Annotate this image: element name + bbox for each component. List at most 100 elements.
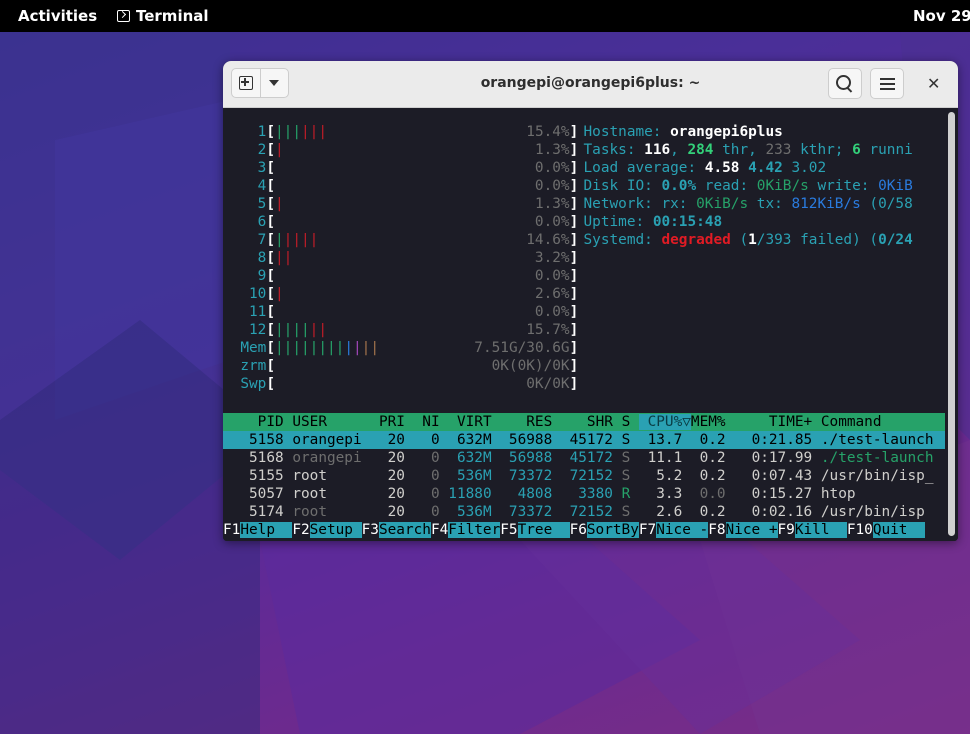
fkey-f2[interactable]: F2 (292, 522, 309, 538)
fkey-f6[interactable]: F6 (570, 522, 587, 538)
cpu-meter-row: 8[|| 3.2%] (232, 249, 579, 267)
fkey-f7[interactable]: F7 (639, 522, 656, 538)
column-res[interactable]: RES (492, 414, 552, 430)
meter-bracket: [ (266, 124, 275, 140)
terminal-content[interactable]: 1[|||||| 15.4%] 2[| 1.3%] 3[ 0.0%] 4[ 0.… (223, 108, 945, 541)
column-cpu-sorted[interactable]: CPU%▽ (638, 414, 691, 430)
meter-bracket: [ (266, 142, 275, 158)
meter-label: 10 (231, 286, 267, 302)
process-row[interactable]: 5168 orangepi 20 0 632M 56988 45172 S 11… (223, 449, 945, 467)
column-state[interactable]: S (613, 414, 639, 430)
process-table-header[interactable]: PID USER PRI NI VIRT RES SHR S CPU%▽MEM%… (223, 413, 945, 431)
meter-bracket: ] (569, 160, 579, 176)
sep (613, 504, 622, 520)
fkey-label-f6[interactable]: SortBy (586, 522, 639, 538)
menu-button[interactable] (870, 68, 904, 99)
fkey-label-f8[interactable]: Nice + (725, 522, 778, 538)
meter-label: 11 (231, 304, 267, 320)
fkey-label-f2[interactable]: Setup (309, 522, 362, 538)
mem-cell: 0.2 (682, 468, 726, 484)
shr-cell: 72152 (552, 468, 613, 484)
column-user[interactable]: USER (292, 414, 370, 430)
fkey-label-f3[interactable]: Search (378, 522, 431, 538)
virt-cell: 632M (439, 432, 492, 448)
fkey-f4[interactable]: F4 (431, 522, 448, 538)
cpu-cell: 5.2 (630, 468, 683, 484)
meter-bracket: ] (569, 232, 579, 248)
search-button[interactable] (828, 68, 862, 99)
app-menu-button[interactable]: Terminal (117, 7, 209, 25)
user-cell: root (292, 468, 371, 484)
fkey-f5[interactable]: F5 (500, 522, 517, 538)
meter-space (327, 322, 526, 338)
meter-space (275, 178, 535, 194)
fkey-label-f5[interactable]: Tree (517, 522, 570, 538)
systemd-jobs: 0/24 (878, 232, 913, 248)
disk-read-label: read: (696, 178, 757, 194)
fkey-label-f9[interactable]: Kill (794, 522, 847, 538)
scrollbar[interactable] (945, 108, 958, 541)
meter-space (275, 304, 535, 320)
process-row[interactable]: 5174 root 20 0 536M 73372 72152 S 2.6 0.… (223, 503, 945, 521)
fkey-label-f1[interactable]: Help (240, 522, 293, 538)
meter-bracket: [ (266, 178, 275, 194)
meter-bracket: ] (569, 286, 579, 302)
net-tx: 812KiB/s (791, 196, 861, 212)
cpu-usage-bar: | (275, 232, 284, 248)
process-row[interactable]: 5158 orangepi 20 0 632M 56988 45172 S 13… (223, 431, 945, 449)
pid-cell: 5174 (223, 504, 284, 520)
column-pid[interactable]: PID (223, 414, 284, 430)
activities-button[interactable]: Activities (18, 7, 97, 25)
scrollbar-thumb[interactable] (948, 112, 955, 536)
thr-label: thr, (713, 142, 766, 158)
fkey-label-f4[interactable]: Filter (448, 522, 501, 538)
meter-space (379, 340, 474, 356)
meter-space (327, 124, 526, 140)
column-ni[interactable]: NI (405, 414, 439, 430)
ni-cell: 0 (404, 468, 440, 484)
fkey-label-f10[interactable]: Quit (872, 522, 925, 538)
meter-label: Mem (231, 340, 267, 356)
fkey-f3[interactable]: F3 (362, 522, 379, 538)
close-icon[interactable]: ✕ (927, 74, 940, 93)
process-row[interactable]: 5057 root 20 0 11880 4808 3380 R 3.3 0.0… (223, 485, 945, 503)
cpu-usage-bar: | (275, 196, 284, 212)
ni-cell: 0 (404, 504, 440, 520)
process-row[interactable]: 5155 root 20 0 536M 73372 72152 S 5.2 0.… (223, 467, 945, 485)
net-rx: 0KiB/s (696, 196, 749, 212)
fkey-f10[interactable]: F10 (847, 522, 873, 538)
fkey-f9[interactable]: F9 (778, 522, 795, 538)
fkey-f1[interactable]: F1 (223, 522, 240, 538)
meter-bracket: [ (266, 376, 275, 392)
column-time[interactable]: TIME+ (726, 414, 812, 430)
app-name: Terminal (136, 7, 209, 25)
time-cell: 0:21.85 (725, 432, 813, 448)
clock[interactable]: Nov 29 (913, 7, 970, 25)
hostname-value: orangepi6plus (670, 124, 783, 140)
column-mem[interactable]: MEM% (691, 414, 726, 430)
column-pri[interactable]: PRI (370, 414, 405, 430)
column-virt[interactable]: VIRT (440, 414, 492, 430)
fkey-label-f7[interactable]: Nice - (656, 522, 709, 538)
pri-cell: 20 (370, 468, 405, 484)
disk-write-label: write: (808, 178, 879, 194)
time-cell: 0:15.27 (725, 486, 813, 502)
fkey-f8[interactable]: F8 (708, 522, 725, 538)
column-command[interactable]: Command (812, 414, 942, 430)
meter-bracket: ] (569, 268, 579, 284)
title-bar[interactable]: orangepi@orangepi6plus: ~ ✕ (223, 61, 958, 108)
pri-cell: 20 (370, 450, 405, 466)
res-cell: 73372 (491, 468, 553, 484)
virt-cell: 536M (439, 504, 492, 520)
pid-cell: 5168 (223, 450, 284, 466)
load-5: 4.42 (748, 160, 783, 176)
hamburger-menu-icon (879, 77, 895, 90)
disk-pct: 0.0% (661, 178, 697, 194)
hostname-row: Hostname: orangepi6plus (584, 123, 783, 141)
systemd-state: degraded (661, 232, 731, 248)
user-cell: orangepi (292, 432, 371, 448)
meter-bracket: ] (569, 124, 579, 140)
meter-bracket: ] (569, 322, 579, 338)
column-shr[interactable]: SHR (552, 414, 613, 430)
user-cell: orangepi (292, 450, 371, 466)
